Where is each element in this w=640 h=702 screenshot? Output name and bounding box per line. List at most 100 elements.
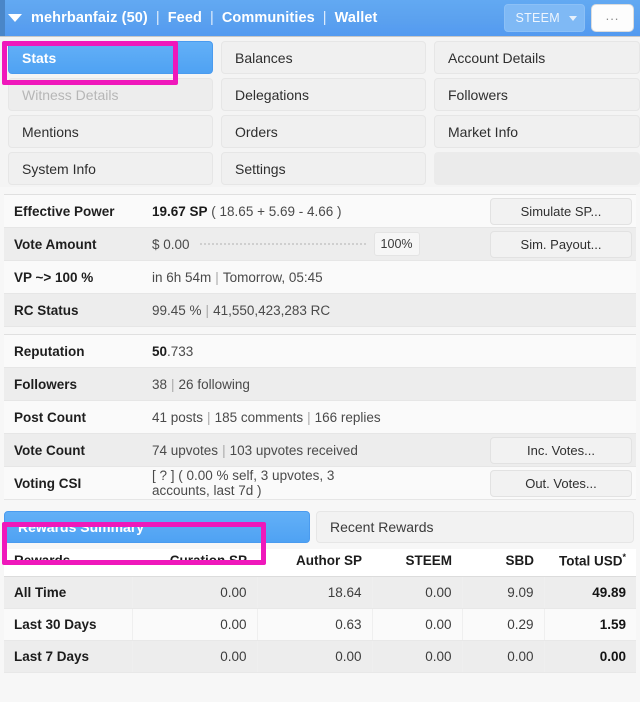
stat-label-followers: Followers [4,367,142,401]
nav-item-wallet[interactable]: Wallet [335,10,378,26]
currency-select[interactable]: STEEM [504,4,585,32]
stat-row-followers: Followers 38 | 26 following [4,367,636,401]
currency-select-value: STEEM [515,11,560,25]
stat-value-vote-amount: $ 0.00 100% [142,227,488,261]
reward-author-sp: 18.64 [257,576,373,609]
reward-curation-sp: 0.00 [132,576,258,609]
upvotes-given: 74 upvotes [152,442,219,458]
reward-curation-sp: 0.00 [132,640,258,673]
overflow-menu-button[interactable]: ... [591,4,634,32]
total-usd-footnote-marker: * [622,552,626,562]
reward-period: All Time [4,576,133,609]
stat-label-vote-amount: Vote Amount [4,227,142,261]
reward-total-usd: 49.89 [544,576,636,609]
rc-percent: 99.45 % [152,302,202,318]
reputation-fraction: .733 [167,343,194,359]
stat-action-cell-out-votes: Out. Votes... [389,466,636,500]
secondary-stats-table: Reputation 50.733 Followers 38 | 26 follow… [4,334,636,500]
stat-action-cell-inc-votes: Inc. Votes... [389,433,636,467]
tab-settings[interactable]: Settings [221,152,426,185]
sim-payout-button[interactable]: Sim. Payout... [490,230,632,258]
replies-count: 166 replies [314,409,381,425]
header-controls: STEEM ... [504,4,634,32]
tab-account-details[interactable]: Account Details [434,41,640,74]
reward-steem: 0.00 [372,576,463,609]
incoming-votes-button[interactable]: Inc. Votes... [490,436,632,464]
stat-value-vote-count: 74 upvotes | 103 upvotes received [142,433,389,467]
reward-sbd: 9.09 [462,576,545,609]
stat-row-voting-power: VP ~> 100 % in 6h 54m | Tomorrow, 05:45 [4,260,636,294]
stat-value-post-count: 41 posts | 185 comments | 166 replies [142,400,636,434]
stat-action-cell-simulate-sp: Simulate SP... [488,194,636,228]
tab-witness-details: Witness Details [8,78,213,111]
account-name[interactable]: mehrbanfaiz (50) [31,10,148,26]
col-curation-sp: Curation SP [132,549,257,577]
stat-value-voting-csi: [ ? ] ( 0.00 % self, 3 upvotes, 3 accoun… [142,466,389,500]
stat-value-voting-power: in 6h 54m | Tomorrow, 05:45 [142,260,636,294]
rewards-header-row: Rewards Curation SP Author SP STEEM SBD … [4,549,636,577]
simulate-sp-button[interactable]: Simulate SP... [490,197,632,225]
nav-item-communities[interactable]: Communities [222,10,315,26]
reward-steem: 0.00 [372,608,463,641]
col-steem: STEEM [372,549,462,577]
tab-recent-rewards[interactable]: Recent Rewards [316,511,634,543]
tab-market-info[interactable]: Market Info [434,115,640,148]
vp-time: Tomorrow, 05:45 [222,269,323,285]
rewards-tabs: Rewards Summary Recent Rewards [0,508,640,543]
vote-weight-slider[interactable] [199,243,368,245]
tab-delegations[interactable]: Delegations [221,78,426,111]
stat-row-rc-status: RC Status 99.45 % | 41,550,423,283 RC [4,293,636,327]
vote-weight-percent[interactable]: 100% [373,232,420,256]
stat-label-vote-count: Vote Count [4,433,142,467]
rewards-summary-table: Rewards Curation SP Author SP STEEM SBD … [4,549,636,673]
table-row: Last 7 Days 0.00 0.00 0.00 0.00 0.00 [4,640,636,673]
stat-value-followers: 38 | 26 following [142,367,636,401]
stat-label-rc-status: RC Status [4,293,142,327]
chevron-down-icon[interactable] [8,14,22,22]
reward-author-sp: 0.63 [257,608,373,641]
reward-period: Last 7 Days [4,640,133,673]
reward-sbd: 0.00 [462,640,545,673]
section-tabs: Stats Balances Account Details Witness D… [0,37,640,187]
reward-total-usd: 1.59 [544,608,636,641]
reward-curation-sp: 0.00 [132,608,258,641]
rewards-table-head: Rewards Curation SP Author SP STEEM SBD … [4,549,636,577]
reputation-whole: 50 [152,343,168,359]
stat-value-effective-power: 19.67 SP ( 18.65 + 5.69 - 4.66 ) [142,194,488,228]
nav-separator-2: | [209,10,214,26]
reward-period: Last 30 Days [4,608,133,641]
stat-label-voting-power: VP ~> 100 % [4,260,142,294]
stat-value-rc-status: 99.45 % | 41,550,423,283 RC [142,293,636,327]
tab-orders[interactable]: Orders [221,115,426,148]
primary-stats-table: Effective Power 19.67 SP ( 18.65 + 5.69 … [4,194,636,327]
col-total-usd: Total USD* [544,549,636,577]
rewards-table-body: All Time 0.00 18.64 0.00 9.09 49.89 Last… [4,576,636,673]
nav-separator-1: | [155,10,160,26]
tab-followers[interactable]: Followers [434,78,640,111]
stat-label-voting-csi: Voting CSI [4,466,142,500]
tab-mentions[interactable]: Mentions [8,115,213,148]
stat-label-post-count: Post Count [4,400,142,434]
vote-amount-slider-group: $ 0.00 100% [152,232,420,256]
stat-label-reputation: Reputation [4,334,142,368]
vote-amount-value: $ 0.00 [152,236,190,252]
stat-row-post-count: Post Count 41 posts | 185 comments | 166 rep… [4,400,636,434]
tab-rewards-summary[interactable]: Rewards Summary [4,511,310,543]
tab-stats[interactable]: Stats [8,41,213,74]
stat-row-vote-amount: Vote Amount $ 0.00 100% Sim. Payout... [4,227,636,261]
outgoing-votes-button[interactable]: Out. Votes... [490,469,632,497]
col-sbd: SBD [462,549,544,577]
tab-system-info[interactable]: System Info [8,152,213,185]
upvotes-received: 103 upvotes received [229,442,358,458]
reward-steem: 0.00 [372,640,463,673]
app-header: mehrbanfaiz (50) | Feed | Communities | … [0,0,640,37]
nav-item-feed[interactable]: Feed [168,10,202,26]
effective-power-amount: 19.67 SP [152,203,208,219]
tab-balances[interactable]: Balances [221,41,426,74]
primary-stats-section: Effective Power 19.67 SP ( 18.65 + 5.69 … [0,194,640,327]
reward-total-usd: 0.00 [544,640,636,673]
following-count: 26 following [178,376,250,392]
posts-count: 41 posts [152,409,204,425]
table-row: Last 30 Days 0.00 0.63 0.00 0.29 1.59 [4,608,636,641]
stat-action-cell-sim-payout: Sim. Payout... [488,227,636,261]
